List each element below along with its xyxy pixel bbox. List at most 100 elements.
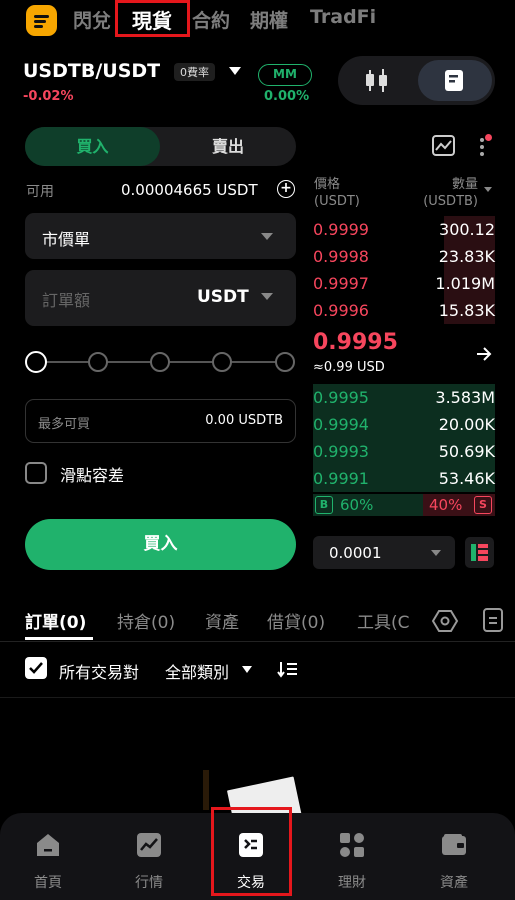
price-change-percent: -0.02%: [23, 89, 74, 104]
price-column-header: 價格 (USDT): [314, 176, 360, 210]
price-header-unit: (USDT): [314, 194, 360, 209]
precision-select[interactable]: 0.0001: [313, 536, 455, 569]
bid-price: 0.9995: [313, 388, 369, 407]
earn-icon: [340, 833, 364, 857]
order-panel-view-icon[interactable]: [418, 60, 492, 101]
ask-quantity: 23.83K: [438, 247, 495, 266]
nav-tab-futures[interactable]: 合約: [192, 6, 230, 33]
mm-value: 0.00%: [264, 89, 310, 104]
slippage-label[interactable]: 滑點容差: [60, 462, 124, 486]
nav-home[interactable]: 首頁: [8, 813, 88, 900]
slider-knob-75[interactable]: [212, 352, 232, 372]
price-header-label: 價格: [314, 177, 341, 192]
tab-assets[interactable]: 資產: [205, 608, 239, 633]
ask-price: 0.9999: [313, 220, 369, 239]
checkmark-icon: [29, 662, 43, 674]
amount-unit-select[interactable]: USDT: [197, 287, 249, 307]
qty-column-header[interactable]: 數量 (USDTB): [412, 176, 478, 210]
buy-badge: B: [315, 496, 333, 514]
nav-tab-convert[interactable]: 閃兌: [73, 6, 111, 33]
tab-tools[interactable]: 工具(C: [357, 608, 411, 633]
home-icon: [37, 834, 59, 856]
slider-knob-0[interactable]: [25, 351, 47, 373]
tabs-divider: [0, 641, 515, 642]
menu-icon[interactable]: [26, 5, 57, 36]
hexagon-settings-icon[interactable]: [431, 607, 459, 635]
nav-assets[interactable]: 資產: [414, 813, 494, 900]
ask-row[interactable]: 0.9997 1.019M: [313, 270, 495, 297]
mm-badge[interactable]: MM: [258, 64, 312, 86]
all-pairs-checkbox[interactable]: [25, 657, 47, 679]
bid-price: 0.9994: [313, 415, 369, 434]
last-price-fiat: ≈0.99 USD: [313, 360, 385, 375]
bid-row[interactable]: 0.9995 3.583M: [313, 384, 495, 411]
nav-markets-label: 行情: [135, 875, 163, 891]
bid-quantity: 20.00K: [438, 415, 495, 434]
slider-knob-50[interactable]: [150, 352, 170, 372]
chart-shortcut-icon[interactable]: [431, 133, 457, 159]
candlestick-chart-icon[interactable]: [338, 56, 416, 105]
buy-submit-button[interactable]: 買入: [25, 519, 296, 570]
arrow-right-icon[interactable]: [474, 344, 494, 364]
slider-knob-25[interactable]: [88, 352, 108, 372]
orderbook-layout-icon[interactable]: [465, 537, 494, 568]
bid-row[interactable]: 0.9991 53.46K: [313, 465, 495, 492]
nav-tab-tradfi[interactable]: TradFi: [310, 6, 376, 28]
qty-unit-dropdown-icon[interactable]: [484, 187, 492, 192]
pair-dropdown-icon[interactable]: [229, 67, 241, 75]
view-toggle: [338, 56, 495, 105]
ask-row[interactable]: 0.9998 23.83K: [313, 243, 495, 270]
trading-pair-title[interactable]: USDTB/USDT: [23, 60, 160, 82]
ask-row[interactable]: 0.9996 15.83K: [313, 297, 495, 324]
max-buy-field: 最多可買 0.00 USDTB: [25, 399, 296, 443]
highlight-box-spot-tab: [115, 0, 190, 37]
chevron-down-icon[interactable]: [242, 666, 252, 673]
max-buy-label: 最多可買: [38, 417, 91, 432]
order-type-value: 市價單: [42, 230, 91, 249]
tab-positions[interactable]: 持倉(0): [117, 608, 175, 633]
order-type-select[interactable]: 市價單: [25, 213, 296, 259]
chevron-down-icon: [431, 550, 441, 556]
qty-header-unit: (USDTB): [423, 194, 478, 209]
active-tab-indicator: [25, 637, 93, 640]
bid-quantity: 50.69K: [438, 442, 495, 461]
buy-tab[interactable]: 買入: [25, 127, 160, 166]
nav-assets-label: 資產: [440, 875, 468, 891]
nav-earn-label: 理財: [338, 875, 366, 891]
category-filter[interactable]: 全部類別: [165, 659, 229, 683]
highlight-box-trade-nav: [211, 807, 292, 896]
empty-state-illustration: [203, 770, 209, 810]
tab-orders[interactable]: 訂單(0): [25, 608, 86, 633]
more-options-icon[interactable]: [474, 133, 494, 159]
available-label: 可用: [26, 184, 54, 200]
ask-quantity: 15.83K: [438, 301, 495, 320]
ask-row[interactable]: 0.9999 300.12: [313, 216, 495, 243]
nav-tab-options[interactable]: 期權: [250, 6, 288, 33]
tab-loans[interactable]: 借貸(0): [267, 608, 325, 633]
market-chart-icon: [137, 833, 161, 857]
bid-quantity: 53.46K: [438, 469, 495, 488]
qty-header-label: 數量: [451, 177, 478, 192]
sell-tab[interactable]: 賣出: [160, 127, 296, 166]
buy-sell-toggle: 買入 賣出: [25, 127, 296, 166]
bid-row[interactable]: 0.9993 50.69K: [313, 438, 495, 465]
ask-price: 0.9998: [313, 247, 369, 266]
document-list-icon[interactable]: [483, 608, 503, 632]
all-pairs-label[interactable]: 所有交易對: [59, 659, 139, 683]
slippage-checkbox[interactable]: [25, 462, 47, 484]
chevron-down-icon: [261, 293, 273, 300]
nav-markets[interactable]: 行情: [109, 813, 189, 900]
nav-earn[interactable]: 理財: [312, 813, 392, 900]
nav-home-label: 首頁: [34, 875, 62, 891]
last-price: 0.9995: [313, 330, 398, 355]
chevron-down-icon: [261, 233, 273, 240]
spot-trading-screen: 閃兌 現貨 合約 期權 TradFi USDTB/USDT 0費率 -0.02%…: [0, 0, 515, 900]
available-balance: 0.00004665 USDT: [121, 181, 258, 199]
order-amount-input[interactable]: 訂單額 USDT: [25, 270, 296, 326]
bid-row[interactable]: 0.9994 20.00K: [313, 411, 495, 438]
slider-knob-100[interactable]: [275, 352, 295, 372]
sort-icon[interactable]: [277, 659, 299, 679]
zero-fee-badge: 0費率: [174, 63, 215, 81]
add-funds-icon[interactable]: +: [277, 180, 295, 198]
ask-quantity: 1.019M: [435, 274, 495, 293]
